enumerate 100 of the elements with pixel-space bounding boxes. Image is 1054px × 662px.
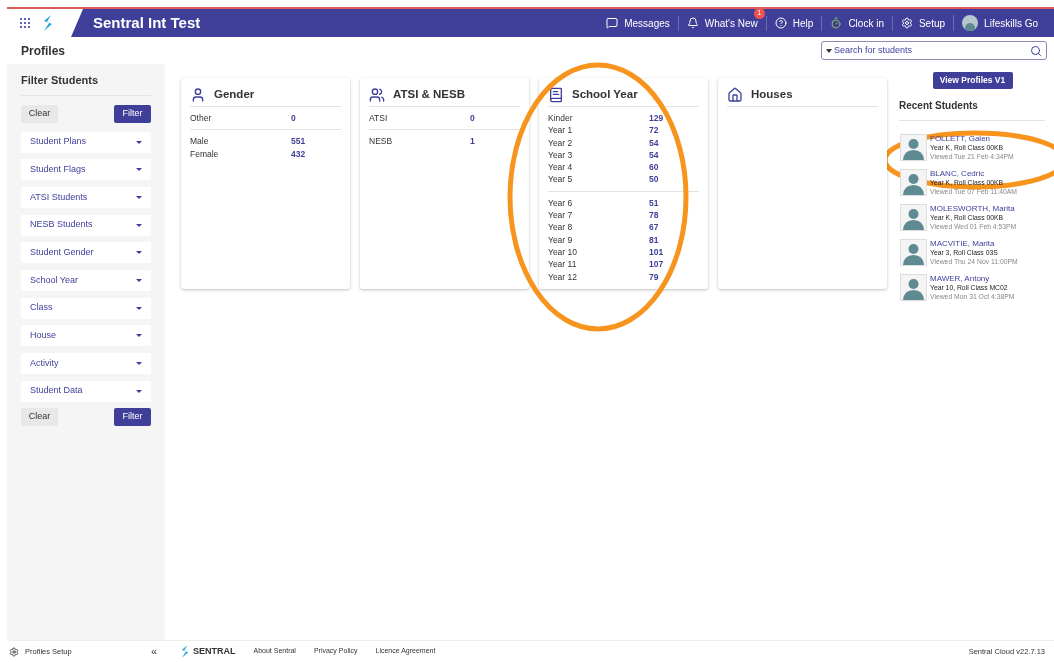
stat-value: 50: [649, 173, 659, 186]
bell-icon: [686, 17, 699, 29]
settings-icon: [9, 646, 19, 657]
student-name-link[interactable]: MACVITIE, Marita: [930, 239, 1018, 248]
filter-button[interactable]: Filter: [114, 407, 151, 426]
caret-icon: [136, 278, 142, 282]
book-icon: [548, 87, 564, 103]
caret-icon: [136, 306, 142, 310]
nav-link[interactable]: Messages: [606, 15, 670, 31]
help-icon: [774, 17, 787, 29]
caret-icon: [136, 251, 142, 255]
card-title: Houses: [751, 87, 793, 103]
brand-name: SENTRAL: [193, 644, 236, 658]
filter-dropdown[interactable]: ATSI Students: [21, 186, 151, 208]
avatar-icon: [900, 239, 927, 266]
caret-icon: [136, 140, 142, 144]
stat-value: 129: [649, 112, 664, 125]
stat-label: Year 8: [548, 221, 574, 234]
card-title: ATSI & NESB: [393, 87, 465, 103]
logo-icon: [43, 15, 53, 31]
stat-value: 60: [649, 161, 659, 174]
clear-button[interactable]: Clear: [21, 407, 58, 426]
filter-dropdown[interactable]: School Year: [21, 269, 151, 291]
filter-dropdown[interactable]: NESB Students: [21, 214, 151, 236]
stat-label: Year 2: [548, 136, 574, 149]
filter-dropdown[interactable]: Student Data: [21, 380, 151, 402]
stat-label: Male: [190, 135, 210, 148]
view-profiles-button[interactable]: View Profiles V1: [932, 72, 1013, 89]
stat-value: 101: [649, 245, 664, 259]
stat-label: Year 7: [548, 209, 574, 222]
filter-dropdown[interactable]: House: [21, 325, 151, 347]
timer-icon: [830, 17, 843, 29]
student-name-link[interactable]: MAWER, Antony: [930, 274, 1015, 283]
nav-link[interactable]: Help: [774, 15, 814, 31]
filter-dropdown[interactable]: Student Flags: [21, 159, 151, 181]
recent-students-title: Recent Students: [899, 98, 1045, 121]
stat-value: 51: [649, 196, 659, 210]
stat-label: Other: [190, 112, 213, 125]
stat-value: 78: [649, 209, 659, 222]
app-grid-icon[interactable]: [19, 17, 31, 29]
avatar-icon: [900, 134, 927, 161]
search-bar[interactable]: Search for students: [821, 41, 1047, 60]
stat-label: NESB: [369, 135, 394, 148]
stat-value: 54: [649, 148, 659, 162]
avatar-icon: [900, 274, 927, 301]
stat-value: 79: [649, 270, 659, 283]
avatar-icon: [900, 204, 927, 231]
stat-label: Year 12: [548, 270, 578, 283]
stat-label: Kinder: [548, 112, 574, 125]
card-title: Gender: [214, 87, 255, 103]
filter-dropdown[interactable]: Activity: [21, 353, 151, 374]
stat-label: Year 4: [548, 161, 574, 174]
stat-value: 72: [649, 124, 659, 137]
student-name-link[interactable]: BLANC, Cedric: [930, 169, 1018, 178]
caret-icon: [136, 334, 142, 338]
filter-button[interactable]: Filter: [114, 104, 151, 123]
student-name-link[interactable]: MOLESWORTH, Marita: [930, 204, 1017, 213]
stat-value: 67: [649, 221, 659, 234]
stat-value: 551: [291, 135, 306, 148]
stat-label: Year 3: [548, 148, 574, 162]
collapse-button[interactable]: «: [150, 643, 157, 660]
caret-icon: [136, 195, 142, 199]
stat-label: Female: [190, 147, 220, 160]
people-icon: [369, 87, 385, 103]
nav-link[interactable]: Clock in: [830, 15, 884, 31]
app-title: Sentral Int Test: [93, 12, 201, 33]
stat-value: 81: [649, 233, 659, 246]
filter-dropdown[interactable]: Class: [21, 297, 151, 319]
card-title: School Year: [572, 87, 638, 103]
stat-value: 0: [291, 112, 296, 125]
stat-label: Year 5: [548, 173, 574, 186]
avatar-icon: [962, 15, 979, 31]
search-icon[interactable]: [1030, 44, 1042, 57]
stat-label: Year 9: [548, 233, 574, 246]
person-icon: [190, 87, 206, 103]
caret-icon: [136, 389, 142, 393]
stat-value: 1: [470, 135, 475, 148]
avatar-icon: [900, 169, 927, 196]
stat-label: Year 11: [548, 258, 578, 271]
caret-icon: [136, 362, 142, 365]
stat-label: Year 10: [548, 245, 578, 259]
nav-link[interactable]: Setup: [900, 15, 946, 31]
filter-dropdown[interactable]: Student Gender: [21, 242, 151, 264]
stat-value: 107: [649, 258, 664, 271]
caret-icon: [826, 48, 832, 53]
logo-icon: [181, 645, 189, 658]
settings-icon: [900, 17, 913, 29]
house-icon: [727, 87, 743, 103]
stat-label: ATSI: [369, 112, 389, 125]
clear-button[interactable]: Clear: [21, 104, 58, 123]
filter-dropdown[interactable]: Student Plans: [21, 131, 151, 153]
nav-link[interactable]: Lifeskills Go: [962, 15, 1038, 31]
stat-label: Year 1: [548, 124, 574, 137]
stat-value: 432: [291, 147, 306, 160]
message-icon: [606, 17, 619, 29]
stat-label: Year 6: [548, 196, 574, 210]
search-field[interactable]: Search for students: [834, 43, 1028, 58]
page-title: Profiles: [21, 42, 65, 60]
stat-value: 54: [649, 136, 659, 149]
caret-icon: [136, 168, 142, 172]
